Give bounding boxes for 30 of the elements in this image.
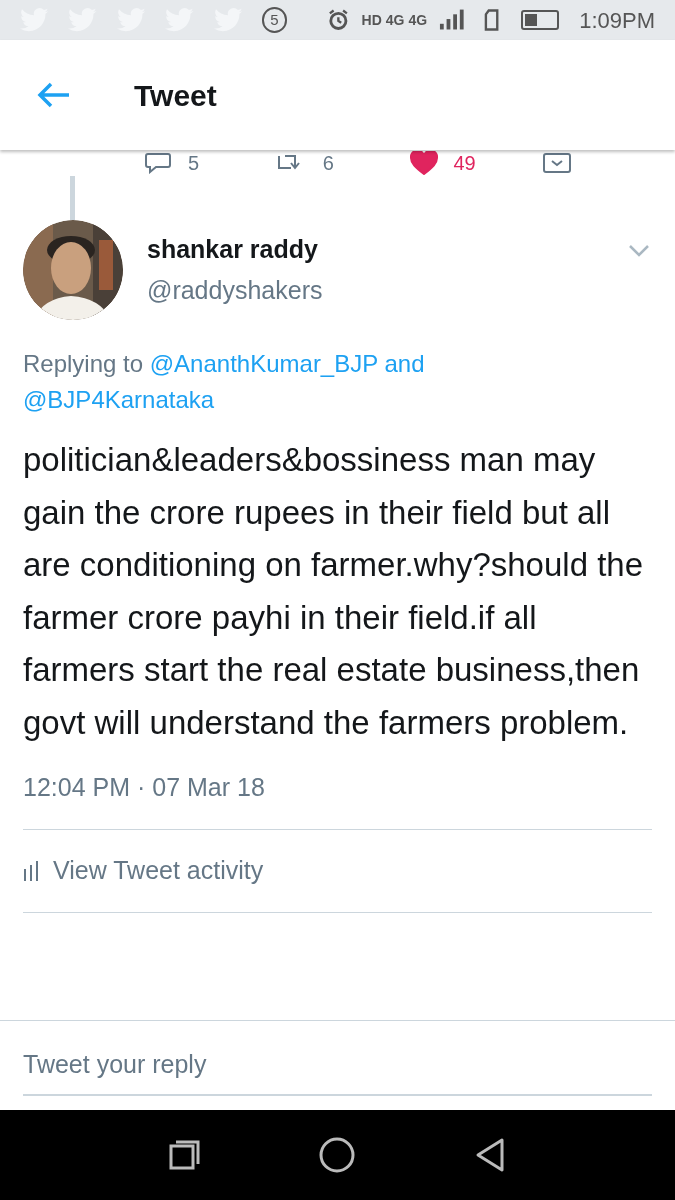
battery-icon bbox=[520, 10, 560, 30]
action-count: 49 bbox=[453, 153, 476, 173]
alarm-icon bbox=[326, 8, 350, 32]
action-count: 6 bbox=[322, 153, 334, 173]
view-activity-link[interactable]: View Tweet activity bbox=[23, 829, 652, 912]
clock-time: 1:09PM bbox=[579, 6, 655, 35]
signal-icon bbox=[439, 8, 464, 32]
tweet-text: politician&leaders&bossiness man may gain the crore rupees in their field but all are conditioning on farmer.why?should the farmer crore payhi in their field.if all farmers start the real estate business,then govt will understand the farmers problem. bbox=[22, 440, 645, 743]
mention-link[interactable]: @AnanthKumar_BJP bbox=[149, 350, 378, 377]
reply-field[interactable]: Tweet your reply bbox=[23, 1035, 652, 1096]
action-count: 5 bbox=[188, 153, 200, 173]
author-handle: @raddyshakers bbox=[147, 275, 324, 306]
mention-link[interactable]: @BJP4Karnataka bbox=[23, 386, 215, 413]
network-label: 4G bbox=[385, 10, 405, 30]
tweet-timestamp: 12:04 PM · 07 Mar 18 bbox=[22, 772, 266, 803]
bar-chart-icon bbox=[23, 860, 41, 881]
back-icon[interactable] bbox=[474, 1137, 507, 1173]
notification-count: 5 bbox=[262, 7, 287, 33]
back-arrow-icon bbox=[37, 82, 71, 108]
network-label: HD bbox=[361, 10, 382, 30]
sim-card-icon bbox=[483, 8, 501, 32]
home-icon[interactable] bbox=[318, 1136, 357, 1174]
network-label: 4G bbox=[408, 10, 428, 30]
author-name: shankar raddy bbox=[147, 233, 319, 265]
recent-apps-icon[interactable] bbox=[168, 1139, 201, 1171]
speech-bubble-icon[interactable] bbox=[144, 152, 172, 174]
share-icon[interactable] bbox=[542, 152, 573, 174]
heart-icon[interactable] bbox=[409, 151, 438, 175]
page-title: Tweet bbox=[134, 77, 217, 114]
replying-to-text: Replying to @AnanthKumar_BJP and @BJP4Karnataka bbox=[22, 349, 426, 415]
